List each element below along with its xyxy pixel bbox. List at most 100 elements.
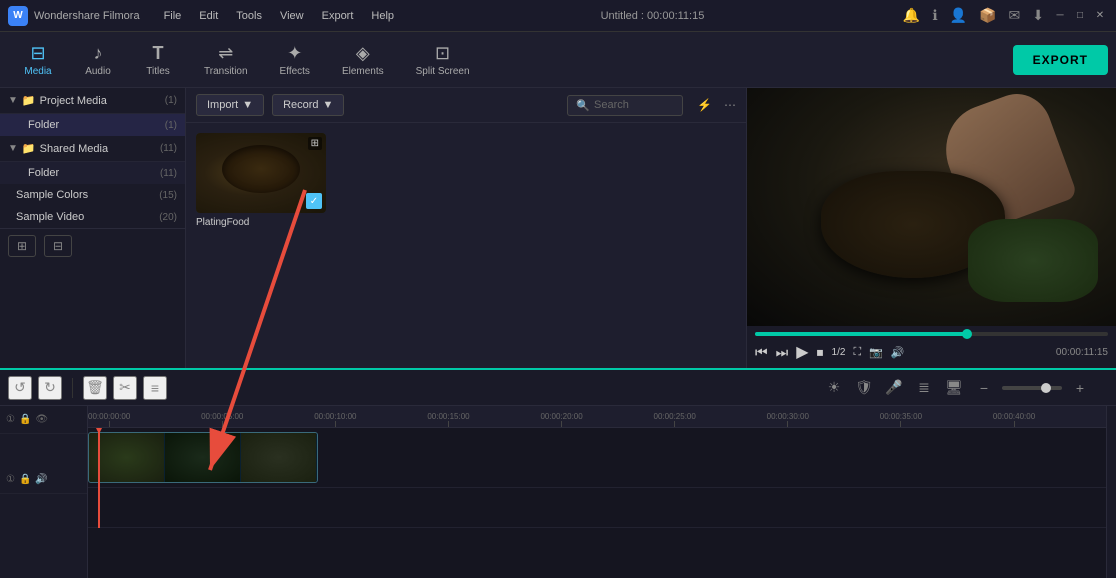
media-library-icon[interactable]: 📦 [979, 7, 996, 24]
maximize-button[interactable]: □ [1072, 8, 1088, 24]
record-button[interactable]: Record ▼ [272, 94, 344, 116]
list-icon[interactable]: ≣ [912, 376, 936, 400]
tool-transition[interactable]: ⇌ Transition [188, 37, 264, 83]
tool-audio[interactable]: ♪ Audio [68, 37, 128, 83]
titles-label: Titles [146, 66, 170, 77]
sample-colors-label: Sample Colors [16, 189, 159, 201]
export-button[interactable]: EXPORT [1013, 45, 1108, 75]
thumb-check: ✓ [306, 193, 322, 209]
timeline-ruler: 00:00:00:0000:00:05:0000:00:10:0000:00:1… [88, 406, 1106, 428]
app-logo: W Wondershare Filmora [8, 6, 140, 26]
new-bin-button[interactable]: ⊟ [44, 235, 72, 257]
splitscreen-icon: ⊡ [435, 43, 450, 64]
step-back-button[interactable]: ⏮ [755, 344, 768, 361]
transition-icon: ⇌ [218, 43, 233, 64]
ruler-mark: 00:00:10:00 [314, 412, 356, 427]
menu-file[interactable]: File [156, 8, 190, 24]
menu-help[interactable]: Help [363, 8, 402, 24]
mic-icon[interactable]: 🎤 [882, 376, 906, 400]
redo-button[interactable]: ↻ [38, 376, 62, 400]
project-folder-count: (1) [165, 120, 177, 131]
preview-panel: ⏮ ⏭ ▶ ⏹ 1/2 ⛶ 📷 🔊 00:00:11:15 [746, 88, 1116, 368]
project-media-label: Project Media [40, 95, 165, 107]
progress-bar[interactable] [755, 332, 1108, 336]
grid-icon[interactable]: ⋯ [724, 98, 736, 112]
tool-splitscreen[interactable]: ⊡ Split Screen [400, 37, 486, 83]
close-button[interactable]: ✕ [1092, 8, 1108, 24]
media-icon: ⊟ [30, 43, 45, 64]
ruler-mark: 00:00:40:00 [993, 412, 1035, 427]
hide-icon[interactable]: 👁 [35, 414, 48, 425]
adjust-button[interactable]: ≡ [143, 376, 167, 400]
cut-button[interactable]: ✂ [113, 376, 137, 400]
menu-edit[interactable]: Edit [191, 8, 226, 24]
stop-button[interactable]: ⏹ [817, 344, 824, 361]
tool-elements[interactable]: ◈ Elements [326, 37, 400, 83]
search-input[interactable] [594, 99, 674, 111]
video-clip[interactable]: ▶ PlatingFood [88, 432, 318, 483]
zoom-out-icon[interactable]: − [972, 376, 996, 400]
frame-back-button[interactable]: ⏭ [776, 344, 789, 361]
ruler-mark: 00:00:00:00 [88, 412, 130, 427]
monitor-icon[interactable]: 🖥 [942, 376, 966, 400]
tool-titles[interactable]: T Titles [128, 37, 188, 83]
zoom-slider[interactable] [1002, 386, 1062, 390]
play-button[interactable]: ▶ [796, 342, 808, 362]
delete-button[interactable]: 🗑 [83, 376, 107, 400]
zoom-thumb [1041, 383, 1051, 393]
shared-media-header[interactable]: ▼ 📁 Shared Media (11) [0, 136, 185, 162]
project-media-folder[interactable]: Folder (1) [0, 114, 185, 136]
menubar: File Edit Tools View Export Help [156, 8, 402, 24]
app-name: Wondershare Filmora [34, 10, 140, 22]
zoom-in-icon[interactable]: + [1068, 376, 1092, 400]
toolbar-separator-1 [72, 378, 73, 398]
mail-icon[interactable]: ✉ [1009, 7, 1021, 24]
logo-icon: W [8, 6, 28, 26]
project-media-header[interactable]: ▼ 📁 Project Media (1) [0, 88, 185, 114]
timeline-tracks: ▶ PlatingFood [88, 428, 1106, 528]
progress-thumb [962, 329, 972, 339]
progress-fill [755, 332, 967, 336]
audio-vol-icon[interactable]: 🔊 [35, 474, 47, 485]
timeline-track-label-video: ① 🔒 👁 [0, 406, 87, 434]
timeline-scrollbar[interactable] [1106, 406, 1116, 578]
snapshot-button[interactable]: 📷 [869, 346, 883, 359]
audio-lock-icon[interactable]: 🔒 [19, 474, 31, 485]
volume-button[interactable]: 🔊 [891, 346, 905, 359]
filter-icon[interactable]: ⚡ [697, 98, 712, 112]
undo-button[interactable]: ↺ [8, 376, 32, 400]
info-icon[interactable]: ℹ [932, 7, 937, 24]
account-icon[interactable]: 👤 [950, 7, 967, 24]
shared-media-folder[interactable]: Folder (11) [0, 162, 185, 184]
shield-icon[interactable]: 🛡 [852, 376, 876, 400]
minimize-button[interactable]: ─ [1052, 8, 1068, 24]
timeline-left: ① 🔒 👁 ① 🔒 🔊 [0, 406, 88, 578]
preview-image [747, 88, 1116, 326]
sample-video-count: (20) [159, 212, 177, 223]
timeline: ↺ ↻ 🗑 ✂ ≡ ☀ 🛡 🎤 ≣ 🖥 − + ① 🔒 👁 [0, 368, 1116, 578]
download-icon[interactable]: ⬇ [1032, 7, 1044, 24]
thumb-label: PlatingFood [196, 217, 326, 228]
playhead[interactable] [98, 428, 100, 528]
transition-label: Transition [204, 66, 248, 77]
tool-media[interactable]: ⊟ Media [8, 37, 68, 83]
fullscreen-button[interactable]: ⛶ [853, 346, 861, 359]
media-item-platingfood[interactable]: ⊞ ✓ PlatingFood [196, 133, 326, 358]
menu-tools[interactable]: Tools [228, 8, 270, 24]
timeline-track-label-audio: ① 🔒 🔊 [0, 466, 87, 494]
menu-export[interactable]: Export [314, 8, 362, 24]
timeline-ruler-area: 00:00:00:0000:00:05:0000:00:10:0000:00:1… [88, 406, 1106, 578]
notification-icon[interactable]: 🔔 [903, 7, 920, 24]
lock-icon[interactable]: 🔒 [19, 414, 31, 425]
sample-video-item[interactable]: Sample Video (20) [0, 206, 185, 228]
sun-icon[interactable]: ☀ [822, 376, 846, 400]
sample-colors-item[interactable]: Sample Colors (15) [0, 184, 185, 206]
search-box[interactable]: 🔍 [567, 95, 683, 116]
tool-effects[interactable]: ✦ Effects [264, 37, 326, 83]
import-button[interactable]: Import ▼ [196, 94, 264, 116]
speed-button[interactable]: 1/2 [832, 347, 846, 358]
media-label: Media [24, 66, 51, 77]
menu-view[interactable]: View [272, 8, 312, 24]
preview-time: 00:00:11:15 [1056, 347, 1108, 358]
new-folder-button[interactable]: ⊞ [8, 235, 36, 257]
